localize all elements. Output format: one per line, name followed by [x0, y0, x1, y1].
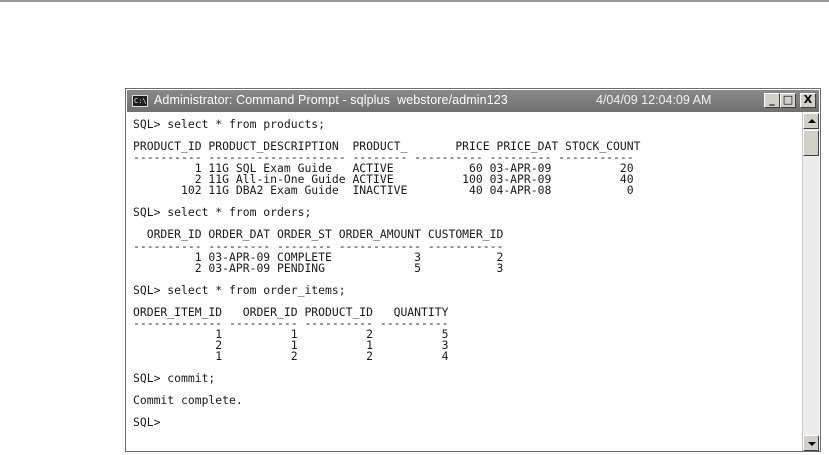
console-line: SQL> — [133, 415, 161, 430]
console-line: SQL> select * from order_items; — [133, 282, 346, 297]
console-line: SQL> commit; — [133, 371, 216, 386]
console-line: SQL> select * from products; — [133, 117, 326, 131]
console-line: 102 11G DBA2 Exam Guide INACTIVE 40 04-A… — [133, 183, 634, 198]
console-line: SQL> select * from orders; — [133, 205, 312, 220]
console-icon: C:\ — [132, 95, 148, 107]
arrow-up-icon — [808, 119, 816, 123]
console-line: Commit complete. — [133, 393, 243, 408]
console-line: 2 03-APR-09 PENDING 5 3 — [133, 260, 504, 275]
vertical-scrollbar[interactable] — [802, 113, 819, 451]
console-line: 1 2 2 4 — [133, 348, 449, 363]
console-output[interactable]: SQL> select * from products; PRODUCT_ID P… — [127, 113, 801, 451]
close-button[interactable]: X — [800, 93, 816, 108]
maximize-button[interactable]: □ — [780, 93, 796, 108]
console-text: SQL> select * from products; PRODUCT_ID P… — [127, 113, 801, 428]
title-bar[interactable]: C:\ Administrator: Command Prompt - sqlp… — [127, 90, 819, 112]
minimize-button[interactable]: _ — [764, 93, 780, 108]
arrow-down-icon — [808, 442, 816, 446]
top-rule — [0, 0, 829, 2]
scroll-thumb[interactable] — [803, 130, 819, 156]
scroll-down-button[interactable] — [803, 435, 819, 451]
scroll-up-button[interactable] — [803, 113, 819, 129]
window-title: Administrator: Command Prompt - sqlplus … — [154, 93, 508, 107]
title-datetime: 4/04/09 12:04:09 AM — [596, 93, 712, 107]
command-prompt-window[interactable]: C:\ Administrator: Command Prompt - sqlp… — [125, 88, 821, 452]
